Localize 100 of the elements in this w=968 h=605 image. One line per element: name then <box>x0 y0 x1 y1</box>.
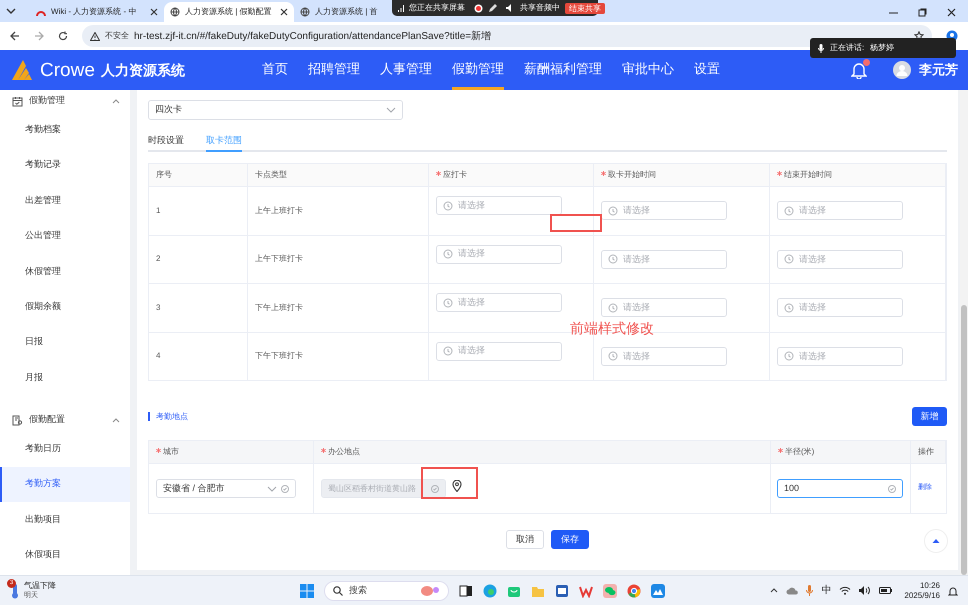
star-icon[interactable] <box>914 31 924 41</box>
add-button[interactable]: 新增 <box>912 407 947 426</box>
table-cell: 上午上班打卡 <box>248 186 429 234</box>
chevron-down-icon <box>267 486 277 492</box>
column-header: 应打卡 <box>429 164 594 186</box>
accent-bar-icon <box>148 412 150 421</box>
sidebar-item[interactable]: 出勤项目 <box>0 502 130 538</box>
sidebar-item[interactable]: 考勤方案 <box>0 466 130 502</box>
word-icon[interactable] <box>555 584 569 598</box>
notification-icon[interactable] <box>948 586 958 596</box>
weather-title: 气温下降 <box>24 580 56 590</box>
url-text: hr-test.zjf-it.cn/#/fakeDuty/fakeDutyConfiguration/attendancePlanSave?title=新增 <box>134 30 492 44</box>
microphone-icon <box>818 44 824 52</box>
browser-tab[interactable]: Wiki - 人力资源系统 - 中 <box>30 2 164 22</box>
warning-icon <box>90 32 100 40</box>
close-icon[interactable] <box>280 8 288 16</box>
chrome-icon[interactable] <box>627 584 641 598</box>
globe-icon <box>170 7 180 17</box>
sidebar-item[interactable]: 假期余额 <box>0 288 130 324</box>
cancel-button[interactable]: 取消 <box>506 530 544 549</box>
browser-tab[interactable]: 人力资源系统 | 首 <box>294 2 390 22</box>
sidebar-item[interactable]: 考勤日历 <box>0 431 130 467</box>
restore-icon[interactable] <box>918 8 927 16</box>
clock-time[interactable]: 10:26 <box>920 580 940 590</box>
city-select[interactable]: 安徽省 / 合肥市 <box>156 479 296 498</box>
browser-tab[interactable]: 人力资源系统 | 假勤配置 <box>164 2 294 22</box>
nav-tab[interactable]: 招聘管理 <box>308 50 360 90</box>
column-header: 城市 <box>149 441 314 463</box>
back-icon[interactable] <box>10 31 20 41</box>
start-icon[interactable] <box>300 584 314 598</box>
clock-icon <box>608 351 618 362</box>
tab-list-icon[interactable] <box>6 7 16 15</box>
sidebar-group[interactable]: 假勤配置 <box>0 409 130 432</box>
section-title: 考勤地点 <box>156 410 188 422</box>
sidebar-group[interactable]: 假勤管理 <box>0 90 130 112</box>
document-search-icon <box>12 414 23 426</box>
nav-tab[interactable]: 薪酬福利管理 <box>524 50 602 90</box>
sidebar-item[interactable]: 月报 <box>0 360 130 396</box>
sidebar-item[interactable]: 考勤记录 <box>0 147 130 183</box>
clock-icon <box>784 254 794 264</box>
column-header: 结束开始时间 <box>770 164 946 186</box>
security-label: 不安全 <box>105 30 129 42</box>
sidebar-item[interactable]: 日报 <box>0 324 130 360</box>
sidebar-item[interactable]: 考勤档案 <box>0 112 130 148</box>
scrollbar-thumb[interactable] <box>961 305 967 575</box>
globe-icon <box>300 7 310 17</box>
pen-icon[interactable] <box>488 4 497 12</box>
volume-icon[interactable] <box>859 586 872 595</box>
column-header: 半径(米) <box>771 441 911 463</box>
battery-icon[interactable] <box>879 587 892 594</box>
wifi-icon[interactable] <box>839 586 852 595</box>
nav-tab[interactable]: 审批中心 <box>622 50 674 90</box>
input-method-indicator[interactable]: 中 <box>821 583 832 598</box>
column-header: 操作 <box>911 441 946 463</box>
location-pin-icon[interactable] <box>452 480 462 492</box>
logo-icon <box>12 60 34 80</box>
mode-select[interactable]: 四次卡 <box>148 100 403 120</box>
nav-tab[interactable]: 人事管理 <box>380 50 432 90</box>
notification-dot-icon <box>863 59 870 66</box>
brand-name: Crowe <box>40 60 95 80</box>
mountain-icon[interactable] <box>651 584 665 598</box>
microphone-icon[interactable] <box>806 585 814 596</box>
save-button[interactable]: 保存 <box>551 530 589 549</box>
search-icon <box>333 586 343 596</box>
table-cell: 4 <box>149 332 248 380</box>
column-header: 取卡开始时间 <box>594 164 770 186</box>
avatar-icon <box>893 61 911 79</box>
bell-icon[interactable] <box>851 61 867 79</box>
column-header: 卡点类型 <box>248 164 429 186</box>
clock-date[interactable]: 2025/9/16 <box>904 590 940 600</box>
signal-bars-icon <box>398 4 404 12</box>
close-icon[interactable] <box>947 8 956 16</box>
taskbar-search[interactable]: 搜索 <box>324 580 449 600</box>
reload-icon[interactable] <box>58 31 68 41</box>
close-icon[interactable] <box>150 8 158 16</box>
chevron-up-icon[interactable] <box>770 588 778 593</box>
clear-icon <box>888 484 896 492</box>
record-icon[interactable] <box>474 4 483 12</box>
clock-icon <box>443 298 453 308</box>
cloud-icon[interactable] <box>786 586 798 594</box>
clock-icon <box>608 302 618 313</box>
form-tab[interactable]: 时段设置 <box>148 132 184 152</box>
table-cell: 上午下班打卡 <box>248 234 429 283</box>
user-name[interactable]: 李元芳 <box>919 60 958 80</box>
stop-sharing-button[interactable]: 结束共享 <box>565 2 605 14</box>
task-view-icon[interactable] <box>459 584 473 598</box>
w-logo-icon[interactable] <box>579 584 593 598</box>
nav-tab[interactable]: 设置 <box>694 50 720 90</box>
sidebar-item[interactable]: 休假管理 <box>0 254 130 289</box>
clear-icon <box>281 484 289 492</box>
sidebar-item[interactable]: 休假项目 <box>0 537 130 573</box>
sidebar-item[interactable]: 公出管理 <box>0 218 130 254</box>
radius-field[interactable]: 100 <box>777 479 903 498</box>
table-cell: 下午下班打卡 <box>248 332 429 380</box>
annotation-box <box>550 214 602 232</box>
sidebar-item[interactable]: 出差管理 <box>0 182 130 218</box>
nav-tab[interactable]: 首页 <box>262 50 288 90</box>
back-to-top-icon[interactable] <box>924 529 948 553</box>
edge-icon[interactable] <box>483 584 497 598</box>
chevron-down-icon <box>386 107 396 113</box>
